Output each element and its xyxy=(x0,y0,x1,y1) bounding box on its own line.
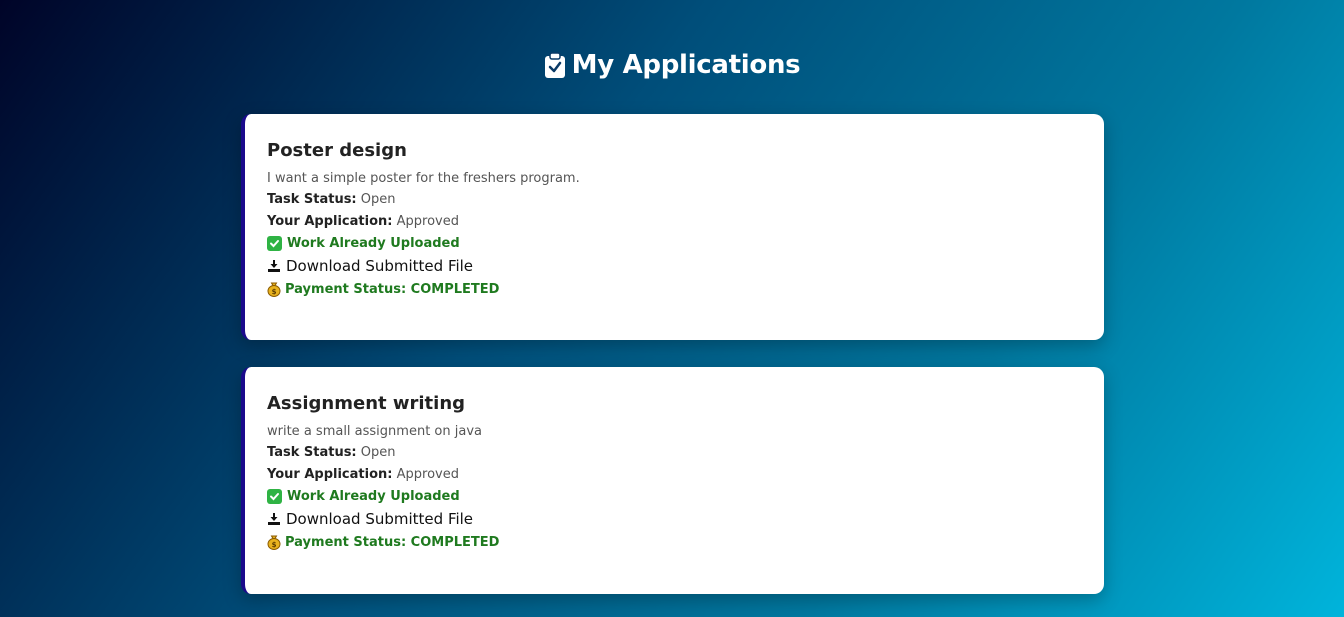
work-uploaded-status: Work Already Uploaded xyxy=(267,489,1082,504)
download-icon xyxy=(268,513,280,525)
clipboard-check-icon xyxy=(544,51,565,78)
check-mark-icon xyxy=(267,489,282,504)
payment-status: $ Payment Status: COMPLETED xyxy=(267,281,1082,297)
svg-text:$: $ xyxy=(272,288,277,296)
task-title: Poster design xyxy=(267,140,407,161)
payment-status: $ Payment Status: COMPLETED xyxy=(267,534,1082,550)
work-uploaded-text: Work Already Uploaded xyxy=(287,236,460,251)
application-status-row: Your Application: Approved xyxy=(267,214,1082,229)
page-title: My Applications xyxy=(0,50,1344,80)
task-status-value: Open xyxy=(360,192,396,207)
payment-status-text: Payment Status: COMPLETED xyxy=(285,534,500,550)
application-card: Poster design I want a simple poster for… xyxy=(241,114,1104,340)
page-title-text: My Applications xyxy=(571,50,801,80)
work-uploaded-text: Work Already Uploaded xyxy=(287,489,460,504)
task-status-label: Task Status: xyxy=(267,192,357,207)
application-status-label: Your Application: xyxy=(267,214,393,229)
application-status-value: Approved xyxy=(396,214,459,229)
work-uploaded-status: Work Already Uploaded xyxy=(267,236,1082,251)
task-description: I want a simple poster for the freshers … xyxy=(267,171,580,186)
application-status-row: Your Application: Approved xyxy=(267,467,1082,482)
download-link-text[interactable]: Download Submitted File xyxy=(286,510,473,528)
application-card: Assignment writing write a small assignm… xyxy=(241,367,1104,594)
application-status-label: Your Application: xyxy=(267,467,393,482)
application-status-value: Approved xyxy=(396,467,459,482)
check-mark-icon xyxy=(267,236,282,251)
task-status-row: Task Status: Open xyxy=(267,192,1082,207)
money-bag-icon: $ xyxy=(267,282,281,297)
task-status-row: Task Status: Open xyxy=(267,445,1082,460)
task-description: write a small assignment on java xyxy=(267,424,482,439)
task-status-value: Open xyxy=(360,445,396,460)
payment-status-text: Payment Status: COMPLETED xyxy=(285,281,500,297)
download-link-text[interactable]: Download Submitted File xyxy=(286,257,473,275)
task-status-label: Task Status: xyxy=(267,445,357,460)
download-file-link[interactable]: Download Submitted File xyxy=(267,510,1082,528)
download-icon xyxy=(268,260,280,272)
svg-text:$: $ xyxy=(272,541,277,549)
task-title: Assignment writing xyxy=(267,393,466,414)
download-file-link[interactable]: Download Submitted File xyxy=(267,257,1082,275)
money-bag-icon: $ xyxy=(267,535,281,550)
